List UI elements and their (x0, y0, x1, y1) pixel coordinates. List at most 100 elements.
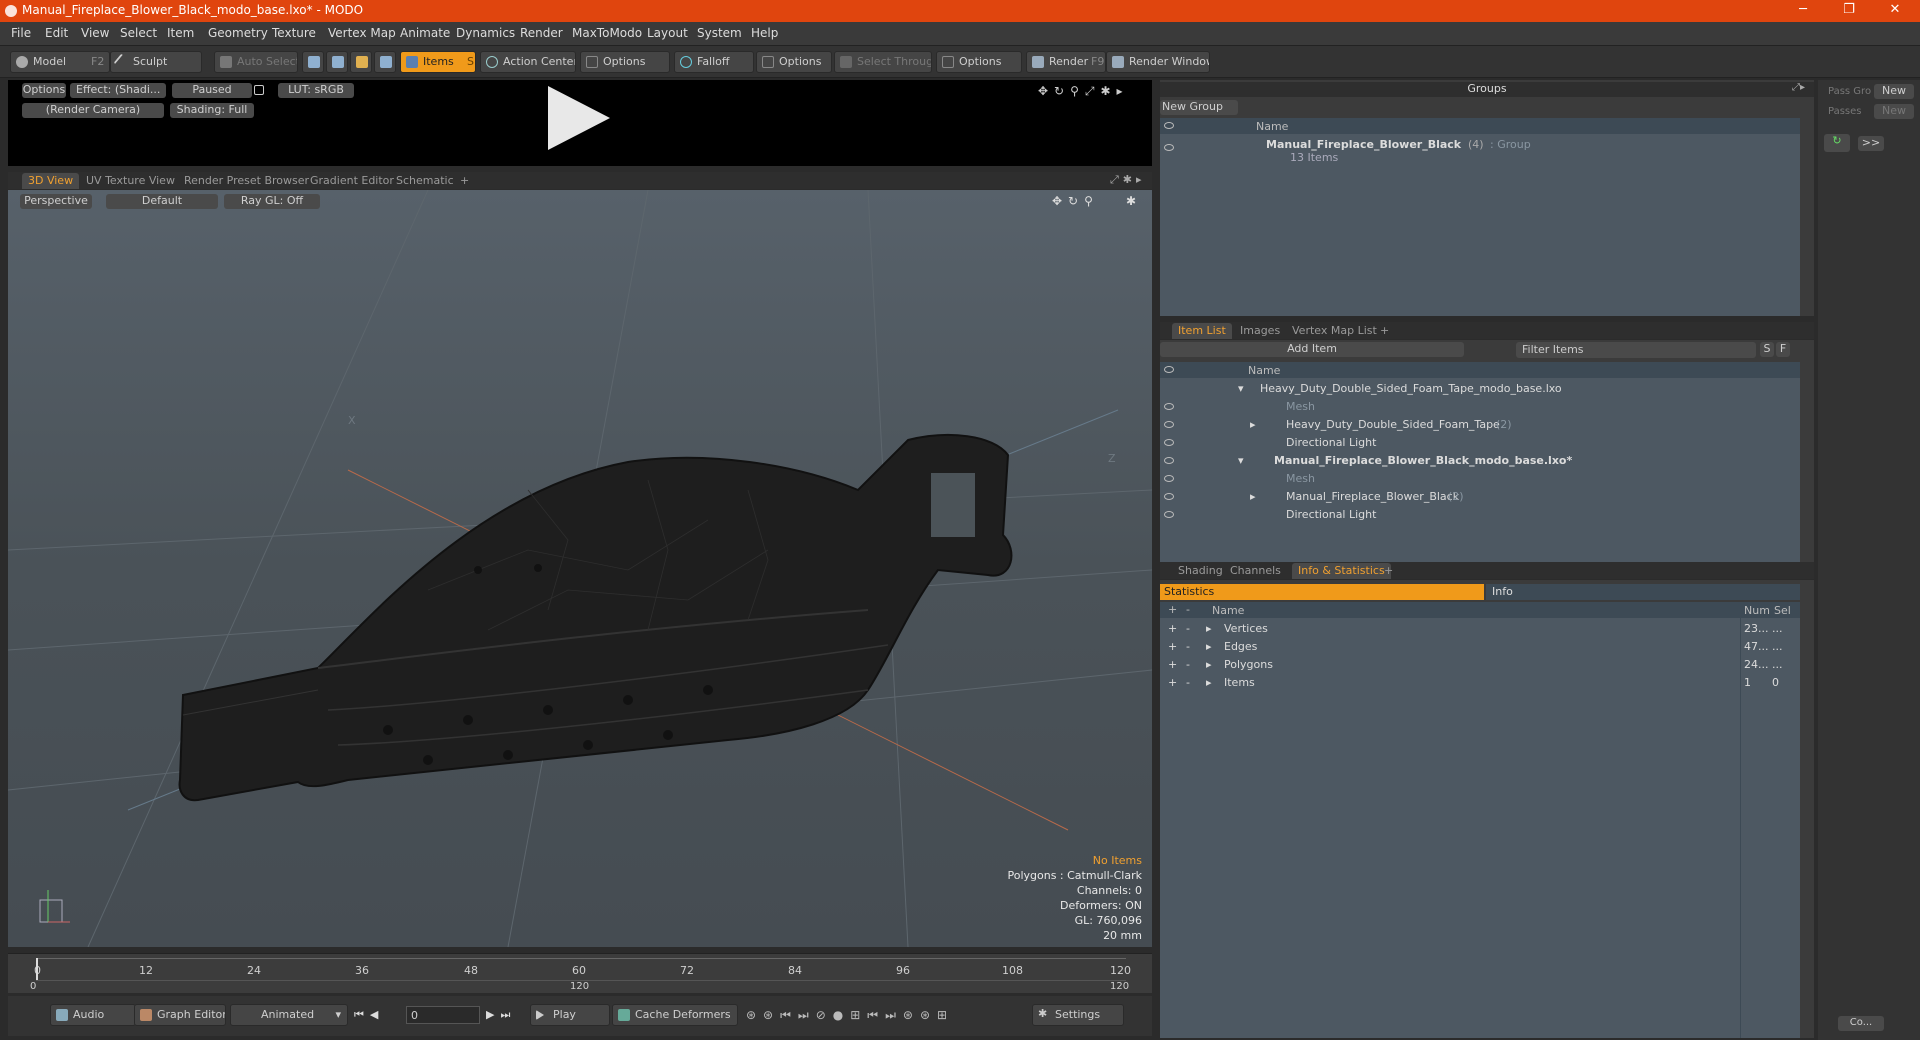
effect-dropdown[interactable]: Effect: (Shadi... (70, 83, 166, 98)
settings-button[interactable]: ✱ Settings (1032, 1004, 1124, 1026)
statistics-tab[interactable]: Statistics (1160, 584, 1484, 600)
tab-gradient-editor[interactable]: Gradient Editor (304, 173, 400, 189)
expand-arrow-icon[interactable]: ▸ (1250, 490, 1256, 503)
visibility-eye-icon[interactable] (1164, 475, 1174, 482)
menu-render[interactable]: Render (520, 26, 563, 40)
select-options-button[interactable]: Options (936, 51, 1022, 73)
items-mode-button[interactable]: Items S (400, 51, 476, 73)
add-tab-button[interactable]: + (1374, 323, 1395, 339)
materials-mode-button[interactable] (374, 51, 396, 73)
menu-geometry[interactable]: Geometry (208, 26, 268, 40)
frame-input[interactable]: 0 (406, 1006, 480, 1024)
close-button[interactable]: ✕ (1872, 0, 1918, 22)
tab-render-preset-browser[interactable]: Render Preset Browser (178, 173, 315, 189)
skip-back-icons[interactable]: ⏮◀ (354, 1008, 384, 1022)
expand-more-button[interactable]: >> (1858, 136, 1884, 151)
co-button[interactable]: Co... (1838, 1016, 1884, 1031)
sculpt-button[interactable]: Sculpt (110, 51, 202, 73)
menu-help[interactable]: Help (751, 26, 778, 40)
tab-item-list[interactable]: Item List (1172, 323, 1232, 339)
expand-arrow-icon[interactable]: ▸ (1206, 658, 1212, 671)
action-center-button[interactable]: Action Center (480, 51, 576, 73)
expand-arrow-icon[interactable]: ▸ (1206, 676, 1212, 689)
play-icon[interactable] (548, 86, 610, 150)
visibility-eye-icon[interactable] (1164, 439, 1174, 446)
expand-arrow-icon[interactable]: ▸ (1250, 418, 1256, 431)
menu-dynamics[interactable]: Dynamics (456, 26, 515, 40)
filter-items-input[interactable]: Filter Items (1516, 342, 1756, 358)
menu-maxtomodo[interactable]: MaxToModo (572, 26, 642, 40)
visibility-eye-icon[interactable] (1164, 457, 1174, 464)
list-item[interactable]: ▸ Manual_Fireplace_Blower_Black (2) (1160, 488, 1800, 506)
paused-toggle[interactable]: Paused (172, 83, 252, 98)
play-button[interactable]: Play (530, 1004, 610, 1026)
3d-viewport[interactable]: Perspective Default Ray GL: Off ✥↻⚲ ✱ X … (8, 190, 1152, 947)
polygons-mode-button[interactable] (350, 51, 372, 73)
playhead[interactable] (36, 958, 38, 980)
key-tools-icons[interactable]: ⊛⊛⏮⏭⊘●⊞⏮⏭⊛⊛⊞ (746, 1008, 954, 1023)
raygl-dropdown[interactable]: Ray GL: Off (224, 194, 320, 209)
add-tab-button[interactable]: + (1378, 563, 1399, 579)
render-window-button[interactable]: Render Window (1106, 51, 1210, 73)
cache-deformers-button[interactable]: Cache Deformers (612, 1004, 738, 1026)
maximize-button[interactable]: ❐ (1826, 0, 1872, 22)
visibility-eye-icon[interactable] (1164, 511, 1174, 518)
render-button[interactable]: Render F9 (1026, 51, 1106, 73)
tab-uv-texture-view[interactable]: UV Texture View (80, 173, 181, 189)
list-item[interactable]: ▾ Manual_Fireplace_Blower_Black_modo_base… (1160, 452, 1800, 470)
tab-channels[interactable]: Channels (1224, 563, 1287, 579)
select-through-button[interactable]: Select Through (834, 51, 932, 73)
list-item[interactable]: Directional Light (1160, 506, 1800, 524)
list-item[interactable]: Directional Light (1160, 434, 1800, 452)
new-pass-group-button[interactable]: New (1874, 84, 1914, 99)
filter-s-button[interactable]: S (1760, 342, 1774, 357)
menu-system[interactable]: System (697, 26, 742, 40)
menu-layout[interactable]: Layout (647, 26, 688, 40)
lut-dropdown[interactable]: LUT: sRGB (278, 83, 354, 98)
menu-animate[interactable]: Animate (400, 26, 450, 40)
table-row[interactable]: + - ▸ Polygons 24...... (1160, 656, 1800, 674)
visibility-eye-icon[interactable] (1164, 366, 1174, 373)
new-group-button[interactable]: New Group (1160, 100, 1238, 115)
expand-arrow-icon[interactable]: ▸ (1206, 640, 1212, 653)
falloff-options-button[interactable]: Options (756, 51, 832, 73)
info-tab[interactable]: Info (1486, 584, 1800, 600)
visibility-eye-icon[interactable] (1164, 144, 1174, 151)
add-item-dropdown[interactable]: Add Item (1160, 342, 1464, 357)
visibility-eye-icon[interactable] (1164, 122, 1174, 129)
vertices-mode-button[interactable] (302, 51, 324, 73)
list-item[interactable]: ▾ Heavy_Duty_Double_Sided_Foam_Tape_modo_… (1160, 380, 1800, 398)
group-row[interactable]: Manual_Fireplace_Blower_Black (4) : Grou… (1160, 136, 1800, 166)
shading-dropdown[interactable]: Shading: Full (170, 103, 254, 118)
menu-file[interactable]: File (11, 26, 31, 40)
collapse-all-icon[interactable]: - (1186, 603, 1190, 616)
preview-nav-icons[interactable]: ✥↻⚲⤢✱▸ (1038, 84, 1129, 99)
expand-arrow-icon[interactable]: ▾ (1238, 382, 1244, 395)
falloff-button[interactable]: Falloff (674, 51, 754, 73)
tab-vertex-map-list[interactable]: Vertex Map List (1286, 323, 1383, 339)
default-style-dropdown[interactable]: Default (106, 194, 218, 209)
groups-expand-icon[interactable]: ⤢▸ (1792, 82, 1805, 93)
tab-images[interactable]: Images (1234, 323, 1286, 339)
menu-texture[interactable]: Texture (272, 26, 316, 40)
edges-mode-button[interactable] (326, 51, 348, 73)
list-item[interactable]: Mesh (1160, 470, 1800, 488)
list-item[interactable]: Mesh (1160, 398, 1800, 416)
viewport-settings-gear-icon[interactable]: ✱ (1126, 194, 1136, 208)
visibility-eye-icon[interactable] (1164, 493, 1174, 500)
menu-select[interactable]: Select (120, 26, 157, 40)
table-row[interactable]: + - ▸ Items 1 0 (1160, 674, 1800, 692)
timeline[interactable]: 0 12 24 36 48 60 72 84 96 108 120 0 120 … (8, 953, 1152, 993)
visibility-eye-icon[interactable] (1164, 421, 1174, 428)
graph-editor-button[interactable]: Graph Editor (134, 1004, 226, 1026)
auto-select-button[interactable]: Auto Select (214, 51, 298, 73)
menu-view[interactable]: View (81, 26, 109, 40)
table-row[interactable]: + - ▸ Vertices 23...... (1160, 620, 1800, 638)
add-tab-button[interactable]: + (454, 173, 475, 189)
menu-vertex-map[interactable]: Vertex Map (328, 26, 396, 40)
viewport-panel-icons[interactable]: ⤢✱▸ (1110, 173, 1146, 187)
new-pass-button[interactable]: New (1874, 104, 1914, 119)
viewport-nav-icons[interactable]: ✥↻⚲ (1052, 194, 1099, 208)
fireplace-blower-model[interactable] (178, 434, 1013, 802)
camera-dropdown[interactable]: (Render Camera) (22, 103, 164, 118)
